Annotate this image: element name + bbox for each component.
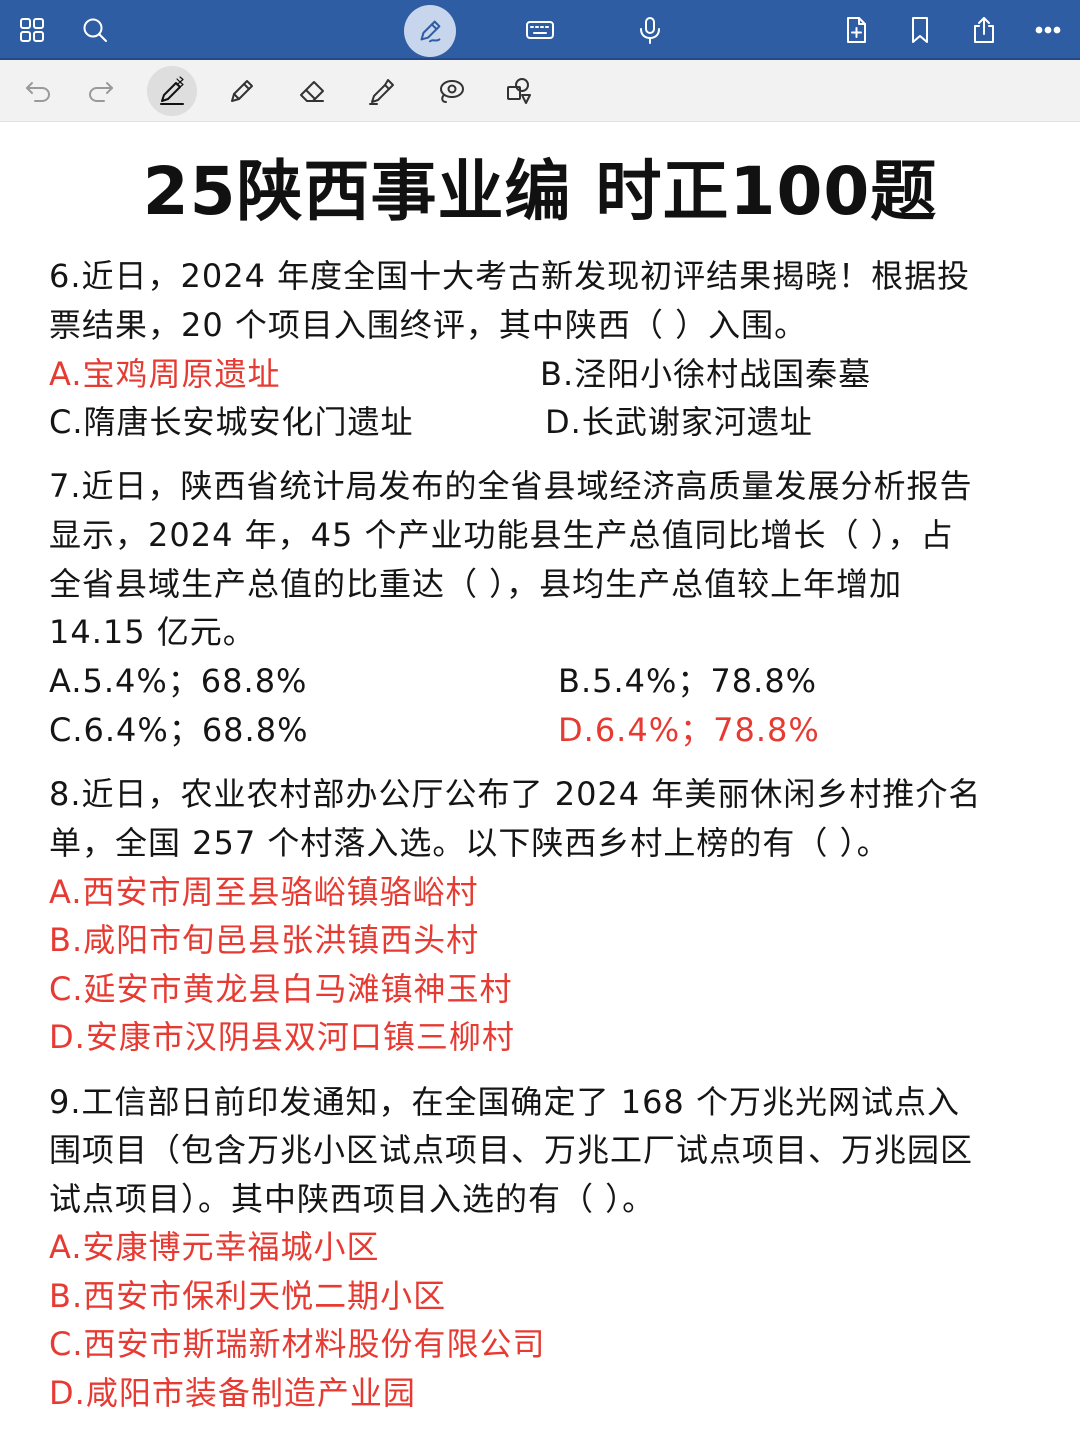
question-stem-line: 6.近日，2024 年度全国十大考古新发现初评结果揭晓！根据投 [49,257,971,295]
option-c: C.6.4%；68.8% [49,711,309,749]
eraser-icon[interactable] [287,66,337,116]
shapes-icon[interactable] [495,66,545,116]
option-c: C.隋唐长安城安化门遗址 [49,403,414,441]
question-stem-line: 票结果，20 个项目入围终评，其中陕西（ ）入围。 [49,306,808,344]
more-icon[interactable] [1018,0,1078,60]
option-d-correct: D.安康市汉阴县双河口镇三柳村 [49,1018,515,1056]
add-page-icon[interactable] [826,0,886,60]
question-stem-line: 单，全国 257 个村落入选。以下陕西乡村上榜的有（ ）。 [49,824,890,862]
search-icon[interactable] [65,0,125,60]
option-b-correct: B.西安市保利天悦二期小区 [49,1277,447,1315]
option-c-correct: C.西安市斯瑞新材料股份有限公司 [49,1325,546,1363]
question-stem-line: 全省县域生产总值的比重达（ ），县均生产总值较上年增加 [49,565,903,603]
page-title: 25陕西事业编 时正100题 [142,153,938,230]
keyboard-icon[interactable] [510,0,570,60]
question-stem-line: 9.工信部日前印发通知，在全国确定了 168 个万兆光网试点入 [49,1083,960,1121]
question-stem-line: 14.15 亿元。 [49,613,256,651]
pen-toolbar [0,60,1080,122]
question-stem-line: 7.近日，陕西省统计局发布的全省县域经济高质量发展分析报告 [49,467,973,505]
grid-icon[interactable] [2,0,62,60]
question-stem-line: 显示，2024 年，45 个产业功能县生产总值同比增长（ ），占 [49,516,954,554]
option-a-correct: A.安康博元幸福城小区 [49,1228,380,1266]
document-page[interactable]: 25陕西事业编 时正100题 6.近日，2024 年度全国十大考古新发现初评结果… [0,122,1080,1443]
pen-mode-icon [415,16,445,46]
question-stem-line: 8.近日，农业农村部办公厅公布了 2024 年美丽休闲乡村推介名 [49,775,982,813]
bluetooth-pen-icon[interactable] [147,66,197,116]
redo-icon[interactable] [76,66,126,116]
pen-mode-button[interactable] [404,5,456,57]
highlighter-icon[interactable] [356,66,406,116]
question-stem-line: 试点项目）。其中陕西项目入选的有（ ）。 [49,1180,656,1218]
bookmark-icon[interactable] [890,0,950,60]
option-c-correct: C.延安市黄龙县白马滩镇神玉村 [49,970,513,1008]
lasso-icon[interactable] [426,66,476,116]
option-b-correct: B.咸阳市旬邑县张洪镇西头村 [49,921,480,959]
option-a-correct: A.宝鸡周原遗址 [49,355,281,393]
option-b: B.泾阳小徐村战国秦墓 [540,355,872,393]
app-top-bar [0,0,1080,60]
option-a: A.5.4%；68.8% [49,662,308,700]
microphone-icon[interactable] [620,0,680,60]
option-d-correct: D.咸阳市装备制造产业园 [49,1374,416,1412]
option-b: B.5.4%；78.8% [558,662,818,700]
pencil-icon[interactable] [217,66,267,116]
share-icon[interactable] [954,0,1014,60]
question-stem-line: 围项目（包含万兆小区试点项目、万兆工厂试点项目、万兆园区 [49,1131,974,1169]
option-a-correct: A.西安市周至县骆峪镇骆峪村 [49,873,479,911]
option-d-correct: D.6.4%；78.8% [558,711,820,749]
undo-icon[interactable] [13,66,63,116]
option-d: D.长武谢家河遗址 [545,403,813,441]
